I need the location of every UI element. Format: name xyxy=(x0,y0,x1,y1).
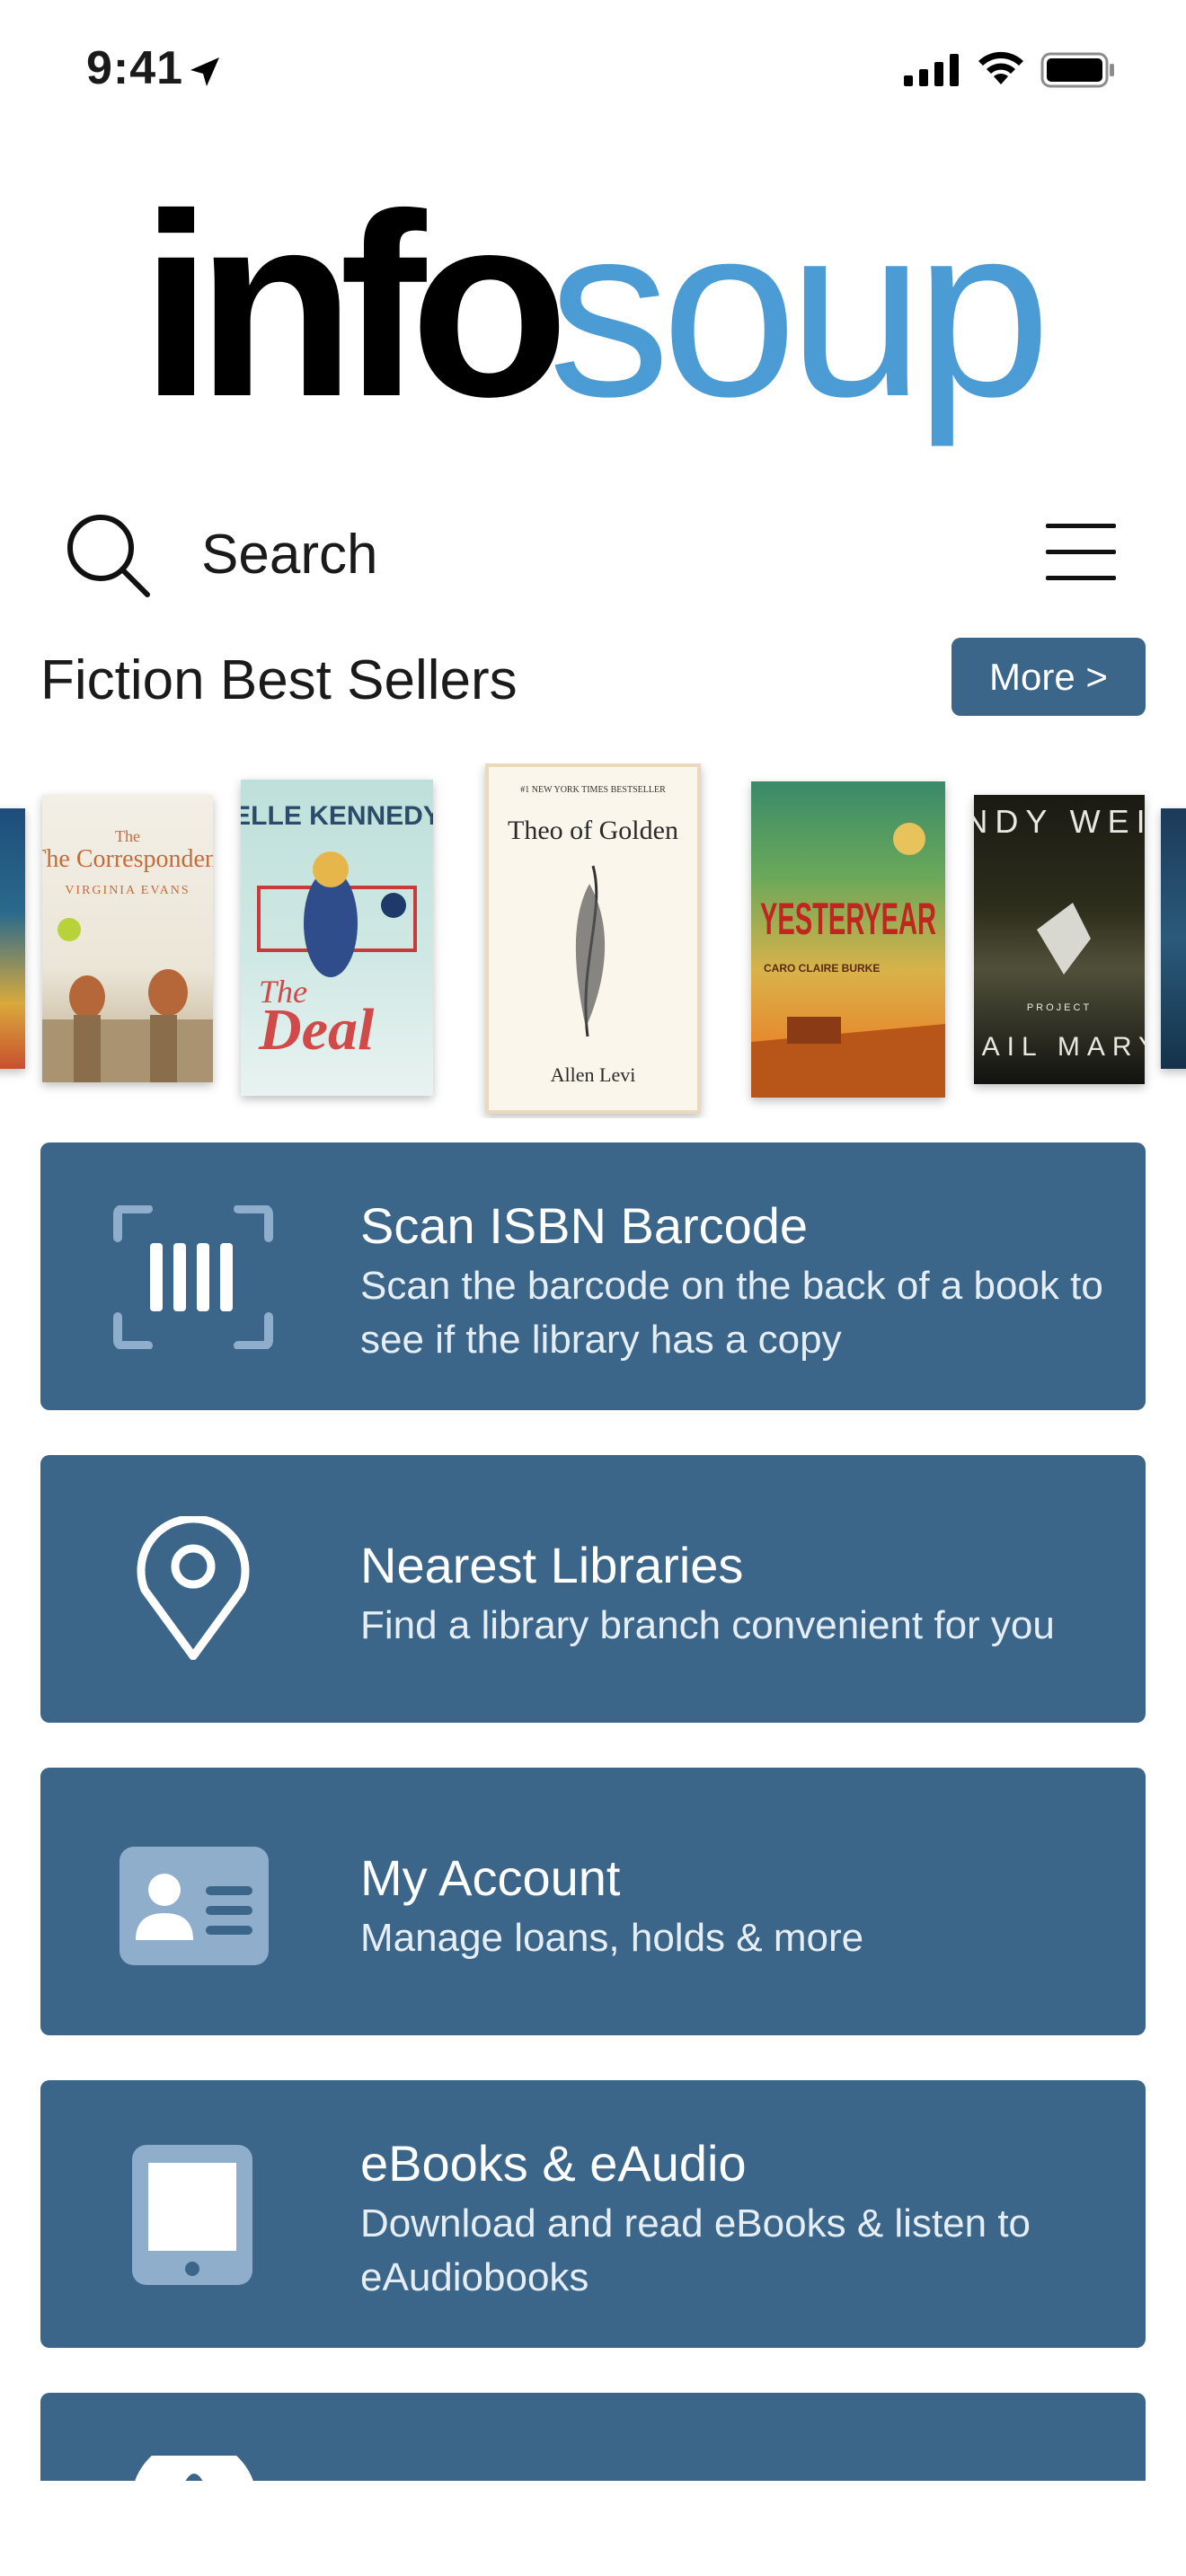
logo-text-info: info xyxy=(140,166,561,451)
card-title: Nearest Libraries xyxy=(360,1537,744,1593)
svg-text:#1 NEW YORK TIMES BESTSELLER: #1 NEW YORK TIMES BESTSELLER xyxy=(520,785,666,795)
book-cover-partial-left[interactable] xyxy=(0,808,25,1069)
barcode-scan-icon xyxy=(113,1205,273,1349)
map-pin-icon xyxy=(137,1516,250,1660)
nearest-libraries-card[interactable]: Nearest Libraries Find a library branch … xyxy=(40,1455,1146,1723)
hamburger-menu-icon[interactable] xyxy=(1044,521,1118,584)
book-author: Allen Levi xyxy=(551,1063,636,1086)
status-bar: 9:41 xyxy=(0,0,1186,144)
scan-isbn-card[interactable]: Scan ISBN Barcode Scan the barcode on th… xyxy=(40,1142,1146,1410)
battery-icon xyxy=(1040,52,1114,88)
card-subtitle: Download and read eBooks & listen to eAu… xyxy=(360,2201,1031,2299)
card-subtitle: Manage loans, holds & more xyxy=(360,1916,864,1960)
cellular-signal-icon xyxy=(904,54,959,86)
svg-text:The: The xyxy=(115,827,140,845)
card-title: Scan ISBN Barcode xyxy=(360,1197,809,1254)
book-cover-yesteryear[interactable]: YESTERYEAR CARO CLAIRE BURKE xyxy=(751,781,945,1098)
bottom-safe-area xyxy=(0,2481,1186,2576)
book-cover-partial-right[interactable] xyxy=(1161,808,1186,1069)
svg-text:PROJECT: PROJECT xyxy=(1027,1002,1092,1013)
book-author: ANDY WEIR xyxy=(974,803,1145,840)
more-button[interactable]: More > xyxy=(951,638,1146,716)
book-cover-the-correspondent[interactable]: The The Correspondent VIRGINIA EVANS xyxy=(42,795,213,1082)
book-cover-theo-of-golden[interactable]: #1 NEW YORK TIMES BESTSELLER Theo of Gol… xyxy=(485,763,701,1114)
card-subtitle: Find a library branch convenient for you xyxy=(360,1603,1055,1647)
tablet-icon xyxy=(132,2145,252,2285)
card-title: My Account xyxy=(360,1849,621,1906)
book-cover-hail-mary[interactable]: ANDY WEIR PROJECT HAIL MARY xyxy=(974,795,1145,1084)
section-title: Fiction Best Sellers xyxy=(40,649,518,711)
book-author: VIRGINIA EVANS xyxy=(65,884,190,897)
book-title: YESTERYEAR xyxy=(760,894,936,944)
book-title: HAIL MARY xyxy=(974,1032,1145,1062)
book-title: Theo of Golden xyxy=(508,816,678,845)
id-card-icon xyxy=(119,1847,269,1965)
search-icon[interactable] xyxy=(63,510,153,600)
book-author: ELLE KENNEDY xyxy=(241,801,433,831)
book-cover-the-deal[interactable]: ELLE KENNEDY Deal The xyxy=(241,780,433,1096)
my-account-card[interactable]: My Account Manage loans, holds & more xyxy=(40,1768,1146,2035)
svg-text:The: The xyxy=(259,974,307,1010)
infosoup-logo: info soup xyxy=(140,166,1051,451)
card-subtitle: Scan the barcode on the back of a book t… xyxy=(360,1264,1103,1362)
wifi-icon xyxy=(978,51,1023,84)
book-carousel[interactable]: The The Correspondent VIRGINIA EVANS ELL… xyxy=(0,763,1186,1118)
location-arrow-icon xyxy=(190,57,219,86)
ebooks-eaudio-card[interactable]: eBooks & eAudio Download and read eBooks… xyxy=(40,2080,1146,2348)
card-title: eBooks & eAudio xyxy=(360,2135,747,2192)
book-author: CARO CLAIRE BURKE xyxy=(764,962,880,975)
status-time: 9:41 xyxy=(86,42,184,94)
logo-text-soup: soup xyxy=(548,174,1042,449)
book-title: The Correspondent xyxy=(42,845,213,873)
search-field[interactable]: Search xyxy=(201,523,377,587)
